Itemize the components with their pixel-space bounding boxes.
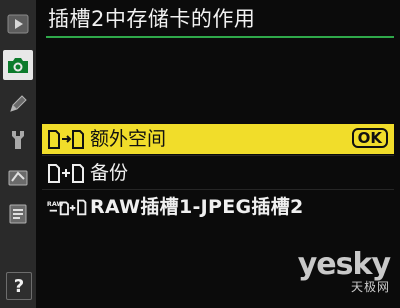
wrench-icon[interactable] xyxy=(6,128,30,152)
camera-icon[interactable] xyxy=(3,50,33,80)
option-raw-jpeg[interactable]: RAW RAW插槽1-JPEG插槽2 xyxy=(42,192,394,222)
row-divider xyxy=(42,155,394,156)
raw-jpeg-icon: RAW xyxy=(42,192,90,222)
my-menu-icon[interactable] xyxy=(6,202,30,226)
watermark-logo: yesky 天极网 xyxy=(297,247,391,295)
pencil-icon[interactable] xyxy=(6,92,30,116)
option-overflow[interactable]: 额外空间 OK xyxy=(42,124,394,154)
overflow-icon xyxy=(42,124,90,154)
option-backup-label: 备份 xyxy=(90,162,129,184)
backup-icon xyxy=(42,158,90,188)
option-backup[interactable]: 备份 xyxy=(42,158,394,188)
page-title: 插槽2中存储卡的作用 xyxy=(48,7,256,31)
watermark-subtitle: 天极网 xyxy=(350,280,390,294)
option-raw-jpeg-label: RAW插槽1-JPEG插槽2 xyxy=(90,196,304,218)
playback-icon[interactable] xyxy=(6,12,30,36)
row-divider xyxy=(42,189,394,190)
watermark-brand: yesky xyxy=(297,247,391,282)
menu-sidebar: ? xyxy=(0,0,36,308)
camera-menu-screen: ? 插槽2中存储卡的作用 额外空间 OK 备份 RAW RAW插槽1-JPEG插… xyxy=(0,0,400,308)
option-overflow-label: 额外空间 xyxy=(90,128,167,150)
help-button[interactable]: ? xyxy=(6,272,32,300)
retouch-icon[interactable] xyxy=(6,166,30,190)
title-underline xyxy=(46,36,394,38)
help-label: ? xyxy=(13,275,25,297)
ok-button[interactable]: OK xyxy=(351,128,388,148)
